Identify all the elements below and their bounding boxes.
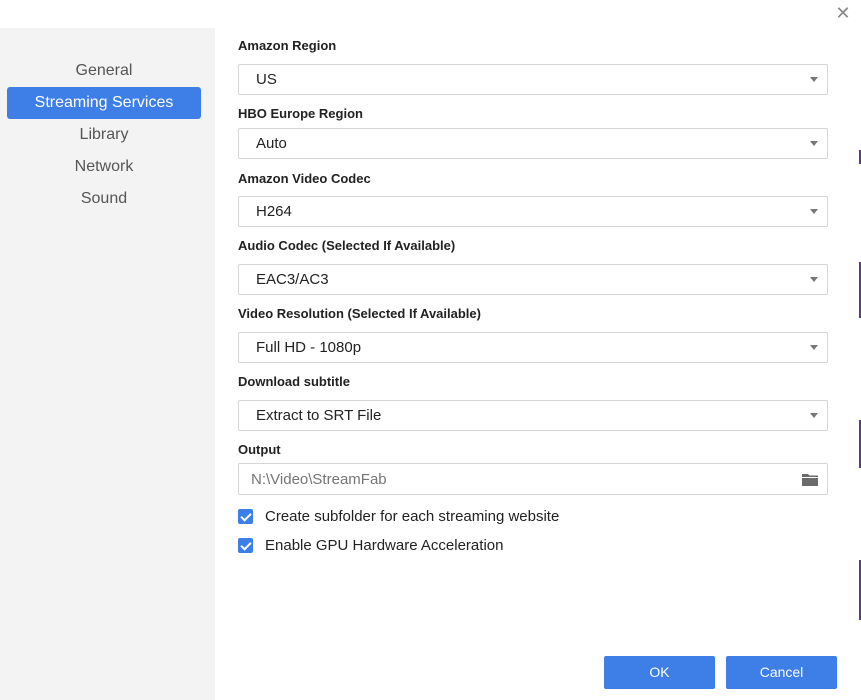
chevron-down-icon [810,209,818,214]
amazon-video-codec-label: Amazon Video Codec [238,171,371,186]
amazon-region-value: US [256,71,277,88]
title-bar: ✕ [0,0,861,28]
hbo-europe-region-value: Auto [256,135,287,152]
create-subfolder-option[interactable]: Create subfolder for each streaming webs… [238,506,559,526]
hbo-europe-region-select[interactable]: Auto [238,128,828,159]
video-resolution-label: Video Resolution (Selected If Available) [238,306,481,321]
create-subfolder-label: Create subfolder for each streaming webs… [265,507,560,525]
audio-codec-value: EAC3/AC3 [256,271,329,288]
gpu-acceleration-option[interactable]: Enable GPU Hardware Acceleration [238,535,503,555]
hbo-europe-region-label: HBO Europe Region [238,106,363,121]
sidebar-item-network[interactable]: Network [7,151,201,183]
amazon-video-codec-select[interactable]: H264 [238,196,828,227]
audio-codec-label: Audio Codec (Selected If Available) [238,238,456,253]
sidebar-item-library[interactable]: Library [7,119,201,151]
download-subtitle-value: Extract to SRT File [256,407,382,424]
download-subtitle-select[interactable]: Extract to SRT File [238,400,828,431]
video-resolution-select[interactable]: Full HD - 1080p [238,332,828,363]
amazon-video-codec-value: H264 [256,203,292,220]
chevron-down-icon [810,345,818,350]
amazon-region-select[interactable]: US [238,64,828,95]
ok-button[interactable]: OK [604,656,715,689]
sidebar-item-general[interactable]: General [7,55,201,87]
video-resolution-value: Full HD - 1080p [256,339,362,356]
audio-codec-select[interactable]: EAC3/AC3 [238,264,828,295]
folder-icon[interactable] [802,473,818,486]
output-path-field [238,463,828,495]
chevron-down-icon [810,277,818,282]
chevron-down-icon [810,141,818,146]
sidebar-item-sound[interactable]: Sound [7,183,201,215]
amazon-region-label: Amazon Region [238,38,337,53]
close-icon[interactable]: ✕ [831,2,855,26]
cancel-button[interactable]: Cancel [726,656,837,689]
download-subtitle-label: Download subtitle [238,374,350,389]
sidebar: General Streaming Services Library Netwo… [0,28,215,700]
gpu-acceleration-checkbox[interactable] [238,537,253,553]
output-label: Output [238,442,281,457]
output-path-input[interactable] [239,464,789,494]
gpu-acceleration-label: Enable GPU Hardware Acceleration [265,536,504,554]
sidebar-item-streaming-services[interactable]: Streaming Services [7,87,201,119]
create-subfolder-checkbox[interactable] [238,508,253,524]
chevron-down-icon [810,413,818,418]
chevron-down-icon [810,77,818,82]
